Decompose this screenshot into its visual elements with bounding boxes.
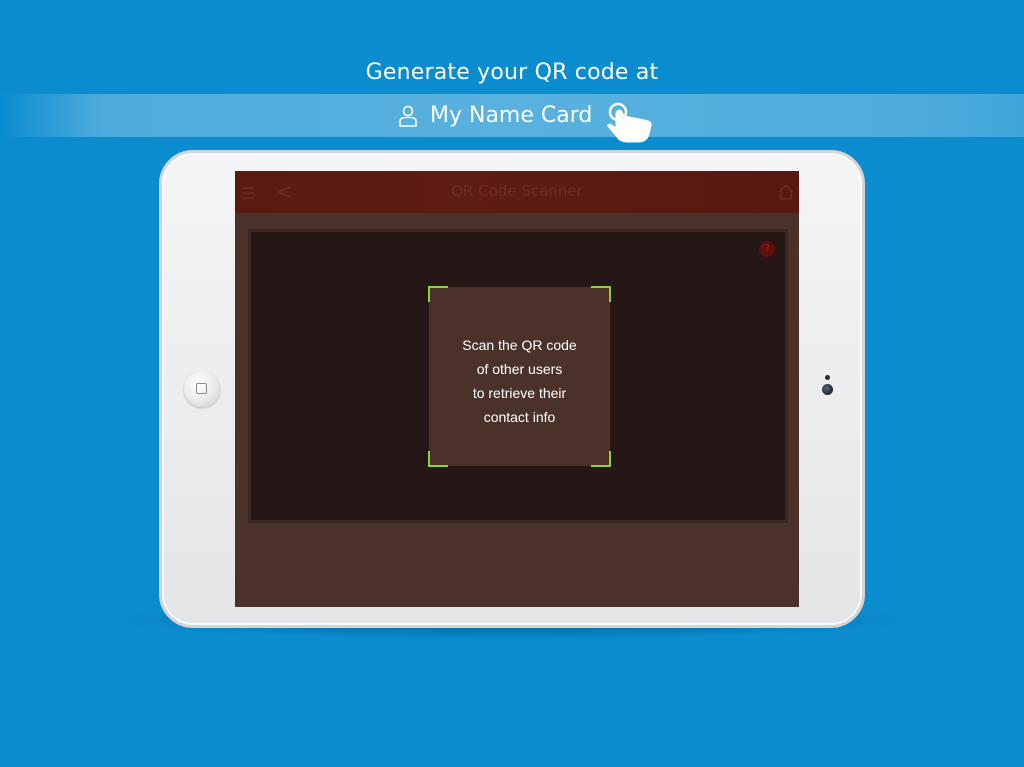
home-icon[interactable] xyxy=(777,183,795,201)
scan-target-frame: Scan the QR code of other users to retri… xyxy=(428,286,611,467)
name-card-link[interactable]: My Name Card xyxy=(398,94,592,137)
scan-instruction: Scan the QR code of other users to retri… xyxy=(429,333,610,429)
scan-corner-top-left xyxy=(428,286,448,302)
scan-corner-bottom-right xyxy=(591,451,611,467)
promo-headline: Generate your QR code at xyxy=(365,60,659,85)
scan-corner-bottom-left xyxy=(428,451,448,467)
person-icon xyxy=(399,105,417,127)
help-icon[interactable]: ? xyxy=(759,241,775,257)
tap-hand-icon xyxy=(607,102,652,143)
sensor-dot xyxy=(825,375,830,380)
scan-instruction-line: of other users xyxy=(476,361,563,377)
page-title: QR Code Scanner xyxy=(451,182,583,200)
tablet-frame: ☰ < QR Code Scanner ? Scan the QR code o… xyxy=(159,150,865,628)
home-button[interactable] xyxy=(184,371,220,407)
name-card-banner: My Name Card xyxy=(0,94,1024,137)
scan-instruction-line: Scan the QR code xyxy=(462,337,577,353)
app-header: ☰ < QR Code Scanner xyxy=(235,171,799,213)
scan-instruction-line: to retrieve their xyxy=(472,385,567,401)
app-screen: ☰ < QR Code Scanner ? Scan the QR code o… xyxy=(235,171,799,607)
front-camera xyxy=(822,384,833,395)
name-card-label: My Name Card xyxy=(430,103,593,128)
scan-instruction-line: contact info xyxy=(483,409,556,425)
scan-corner-top-right xyxy=(591,286,611,302)
camera-viewfinder: ? Scan the QR code of other users to ret… xyxy=(248,229,788,523)
